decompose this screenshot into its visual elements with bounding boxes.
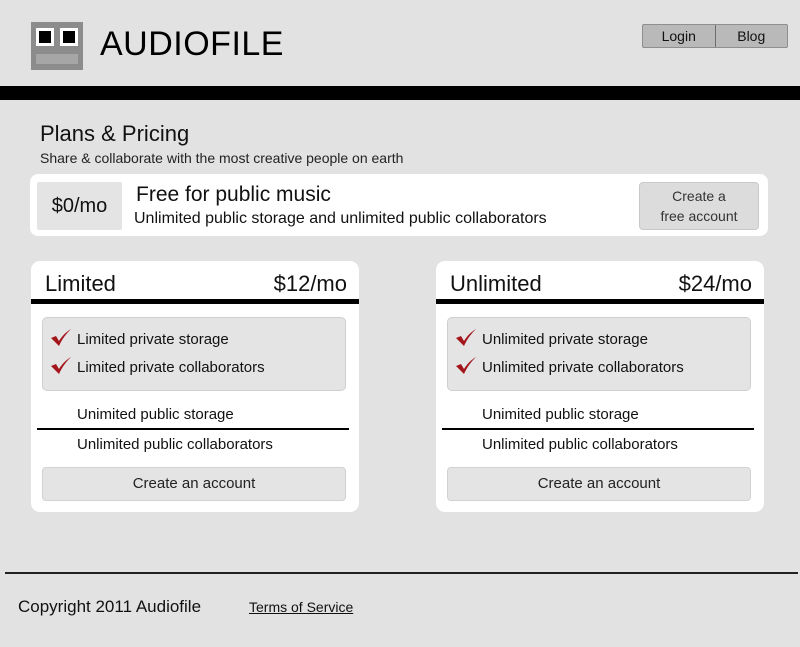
feature-item: Unlimited private storage [455, 328, 648, 352]
brand-name: AUDIOFILE [100, 25, 284, 63]
feature-label: Unimited public storage [77, 406, 234, 423]
free-plan-price: $0/mo [37, 182, 122, 230]
create-free-account-button[interactable]: Create a free account [639, 182, 759, 230]
feature-label: Unlimited private storage [482, 331, 648, 348]
checkmark-icon [51, 329, 71, 346]
plan-header-divider [436, 299, 764, 304]
checkmark-icon [51, 357, 71, 374]
private-features-box: Limited private storage Limited private … [42, 317, 346, 391]
plan-card-limited: Limited $12/mo Limited private storage L… [31, 261, 359, 512]
plan-name: Unlimited [450, 271, 542, 296]
feature-divider [37, 428, 349, 430]
feature-label: Unlimited private collaborators [482, 359, 684, 376]
feature-item: Unlimited private collaborators [455, 356, 684, 380]
terms-of-service-link[interactable]: Terms of Service [249, 599, 353, 615]
feature-label: Limited private collaborators [77, 359, 265, 376]
free-cta-line-2: free account [660, 208, 738, 224]
feature-label: Limited private storage [77, 331, 229, 348]
login-button[interactable]: Login [643, 25, 715, 47]
create-account-button-limited[interactable]: Create an account [42, 467, 346, 501]
feature-label: Unlimited public collaborators [482, 436, 678, 453]
feature-item: Limited private collaborators [50, 356, 265, 380]
footer-divider [5, 572, 798, 574]
plan-card-unlimited: Unlimited $24/mo Unlimited private stora… [436, 261, 764, 512]
page-title: Plans & Pricing [40, 121, 190, 146]
blog-button[interactable]: Blog [714, 25, 788, 47]
free-plan-description: Unlimited public storage and unlimited p… [134, 210, 547, 227]
feature-label: Unimited public storage [482, 406, 639, 423]
copyright-text: Copyright 2011 Audiofile [18, 597, 202, 616]
plan-name: Limited [45, 271, 116, 296]
feature-label: Unlimited public collaborators [77, 436, 273, 453]
free-cta-line-1: Create a [672, 188, 726, 204]
plan-price: $24/mo [678, 271, 752, 296]
free-plan-banner: $0/mo Free for public music Unlimited pu… [30, 174, 768, 236]
plan-header-divider [31, 299, 359, 304]
feature-item: Limited private storage [50, 328, 229, 352]
feature-divider [442, 428, 754, 430]
checkmark-icon [456, 329, 476, 346]
page-subtitle: Share & collaborate with the most creati… [40, 150, 404, 166]
plan-price: $12/mo [273, 271, 347, 296]
header-divider [0, 86, 800, 100]
create-account-button-unlimited[interactable]: Create an account [447, 467, 751, 501]
checkmark-icon [456, 357, 476, 374]
speaker-logo-icon [31, 22, 83, 70]
top-nav: Login Blog [642, 24, 788, 48]
free-plan-title: Free for public music [136, 183, 331, 206]
private-features-box: Unlimited private storage Unlimited priv… [447, 317, 751, 391]
